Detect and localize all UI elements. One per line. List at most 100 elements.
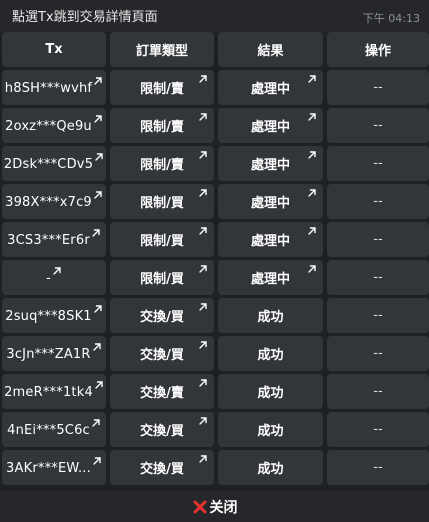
- tx-link[interactable]: h8SH***wvhf: [2, 70, 106, 105]
- result-status: 成功: [257, 386, 284, 401]
- action-value: --: [373, 460, 383, 475]
- result-cell[interactable]: 成功: [218, 412, 323, 447]
- order-type-cell[interactable]: 交換/買: [110, 336, 214, 371]
- order-type: 交換/買: [140, 310, 184, 325]
- order-type-cell[interactable]: 限制/買: [110, 184, 214, 219]
- close-label: 关闭: [209, 499, 238, 516]
- tx-link[interactable]: 2meR***1tk4: [2, 374, 106, 409]
- tx-link[interactable]: 2Dsk***CDv5: [2, 146, 106, 181]
- tx-id: 4nEi***5C6c: [7, 423, 90, 438]
- external-arrow-icon: [198, 149, 208, 159]
- tx-id: 398X***x7c9: [5, 195, 92, 210]
- result-cell[interactable]: 處理中: [218, 222, 323, 257]
- tx-id: 2suq***8SK1: [5, 309, 92, 324]
- result-status: 成功: [257, 462, 284, 477]
- result-cell[interactable]: 處理中: [218, 70, 323, 105]
- close-button[interactable]: 关闭: [192, 497, 238, 517]
- order-type-cell[interactable]: 限制/買: [110, 260, 214, 295]
- close-x-icon: [193, 500, 206, 513]
- result-status: 處理中: [250, 82, 290, 97]
- result-status: 成功: [257, 424, 284, 439]
- tx-id: -: [46, 271, 51, 286]
- external-arrow-icon: [93, 189, 103, 199]
- tx-link[interactable]: -: [2, 260, 106, 295]
- external-arrow-icon: [198, 225, 208, 235]
- result-cell[interactable]: 成功: [218, 298, 323, 333]
- tx-link[interactable]: 398X***x7c9: [2, 184, 106, 219]
- result-cell[interactable]: 成功: [218, 374, 323, 409]
- order-type-cell[interactable]: 限制/賣: [110, 70, 214, 105]
- order-type-cell[interactable]: 交換/買: [110, 298, 214, 333]
- external-arrow-icon: [198, 73, 208, 83]
- tx-id: h8SH***wvhf: [4, 81, 93, 96]
- tx-link[interactable]: 2suq***8SK1: [2, 298, 106, 333]
- external-arrow-icon: [91, 227, 101, 237]
- external-arrow-icon: [198, 111, 208, 121]
- tx-id: 3CS3***Er6r: [7, 233, 90, 248]
- external-arrow-icon: [91, 417, 101, 427]
- action-cell: --: [327, 146, 429, 181]
- external-arrow-icon: [93, 75, 103, 85]
- external-arrow-icon: [307, 263, 317, 273]
- result-status: 成功: [257, 310, 284, 325]
- order-type-cell[interactable]: 限制/買: [110, 222, 214, 257]
- timestamp: 下午 04:13: [362, 12, 420, 25]
- action-value: --: [373, 118, 383, 133]
- result-cell[interactable]: 處理中: [218, 108, 323, 143]
- result-status: 處理中: [250, 272, 290, 287]
- external-arrow-icon: [93, 303, 103, 313]
- column-header-result: 結果: [218, 32, 323, 67]
- external-arrow-icon: [94, 151, 104, 161]
- external-arrow-icon: [94, 379, 104, 389]
- action-cell: --: [327, 260, 429, 295]
- tx-link[interactable]: 3cJn***ZA1R: [2, 336, 106, 371]
- order-type: 限制/買: [140, 272, 184, 287]
- order-type: 交換/賣: [140, 386, 184, 401]
- action-value: --: [373, 270, 383, 285]
- order-type: 限制/賣: [140, 158, 184, 173]
- order-type: 交換/買: [140, 424, 184, 439]
- order-type: 限制/買: [140, 196, 184, 211]
- tx-id: 2meR***1tk4: [4, 385, 93, 400]
- tx-id: 2Dsk***CDv5: [3, 157, 94, 172]
- external-arrow-icon: [307, 225, 317, 235]
- result-cell[interactable]: 處理中: [218, 184, 323, 219]
- external-arrow-icon: [307, 149, 317, 159]
- order-type-cell[interactable]: 交換/買: [110, 412, 214, 447]
- result-cell[interactable]: 成功: [218, 450, 323, 485]
- tx-link[interactable]: 4nEi***5C6c: [2, 412, 106, 447]
- action-cell: --: [327, 70, 429, 105]
- action-value: --: [373, 80, 383, 95]
- action-value: --: [373, 308, 383, 323]
- action-value: --: [373, 384, 383, 399]
- page-title: 點選Tx跳到交易詳情頁面: [12, 10, 158, 25]
- result-cell[interactable]: 成功: [218, 336, 323, 371]
- order-type-cell[interactable]: 交換/買: [110, 450, 214, 485]
- result-cell[interactable]: 處理中: [218, 146, 323, 181]
- tx-link[interactable]: 3CS3***Er6r: [2, 222, 106, 257]
- external-arrow-icon: [92, 455, 102, 465]
- result-cell[interactable]: 處理中: [218, 260, 323, 295]
- external-arrow-icon: [307, 111, 317, 121]
- action-value: --: [373, 346, 383, 361]
- tx-link[interactable]: 3AKr***EW...: [2, 450, 106, 485]
- order-type: 限制/賣: [140, 82, 184, 97]
- external-arrow-icon: [198, 415, 208, 425]
- title-bar: 點選Tx跳到交易詳情頁面 下午 04:13: [0, 0, 429, 32]
- tx-id: 2oxz***Qe9u: [5, 119, 92, 134]
- external-arrow-icon: [52, 265, 62, 275]
- action-cell: --: [327, 450, 429, 485]
- order-type-cell[interactable]: 限制/賣: [110, 108, 214, 143]
- action-cell: --: [327, 412, 429, 447]
- order-type-cell[interactable]: 限制/賣: [110, 146, 214, 181]
- order-type-cell[interactable]: 交換/賣: [110, 374, 214, 409]
- action-cell: --: [327, 374, 429, 409]
- action-cell: --: [327, 222, 429, 257]
- order-type: 限制/買: [140, 234, 184, 249]
- orders-table: Tx 訂單類型 結果 操作 h8SH***wvhf 限制/賣 處理中 -- 2oxz***Qe9…: [2, 32, 429, 485]
- external-arrow-icon: [93, 113, 103, 123]
- result-status: 處理中: [250, 234, 290, 249]
- result-status: 處理中: [250, 196, 290, 211]
- column-header-order-type: 訂單類型: [110, 32, 214, 67]
- tx-link[interactable]: 2oxz***Qe9u: [2, 108, 106, 143]
